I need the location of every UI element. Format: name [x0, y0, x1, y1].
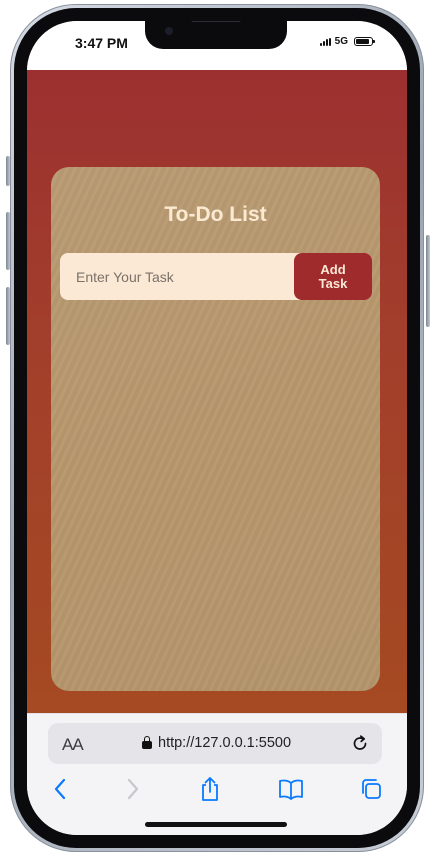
lock-icon — [142, 736, 152, 750]
add-task-button[interactable]: Add Task — [294, 253, 372, 300]
share-button[interactable] — [190, 770, 230, 808]
reload-icon[interactable] — [350, 733, 370, 753]
network-type-label: 5G — [334, 36, 348, 47]
mute-switch — [6, 156, 10, 186]
browser-nav-row — [27, 770, 407, 808]
volume-down-button — [6, 287, 10, 345]
status-bar: 3:47 PM 5G — [27, 21, 407, 70]
status-indicators: 5G — [319, 36, 375, 47]
forward-button[interactable] — [113, 770, 153, 808]
bookmarks-icon — [279, 779, 303, 800]
url-text: http://127.0.0.1:5500 — [158, 735, 292, 751]
address-bar[interactable]: AA http://127.0.0.1:5500 — [48, 723, 382, 764]
text-size-button[interactable]: AA — [62, 735, 84, 755]
camera-notch — [145, 21, 287, 49]
bookmarks-button[interactable] — [271, 770, 311, 808]
home-indicator[interactable] — [145, 822, 287, 827]
speaker-icon — [191, 21, 241, 22]
volume-up-button — [6, 212, 10, 270]
phone-screen: 3:47 PM 5G To-Do List Enter Your Task Ad… — [27, 21, 407, 835]
forward-chevron-icon — [127, 778, 139, 800]
text-size-label: AA — [62, 735, 84, 754]
status-time: 3:47 PM — [75, 35, 128, 51]
back-chevron-icon — [54, 778, 66, 800]
tabs-button[interactable] — [351, 770, 391, 808]
todo-title: To-Do List — [164, 203, 267, 226]
url-display[interactable]: http://127.0.0.1:5500 — [142, 735, 291, 751]
task-form: Add Task — [60, 253, 372, 300]
share-icon — [202, 777, 218, 801]
browser-toolbar: AA http://127.0.0.1:5500 — [27, 713, 407, 835]
power-button — [426, 235, 430, 327]
phone-device: 3:47 PM 5G To-Do List Enter Your Task Ad… — [0, 0, 436, 856]
camera-icon — [165, 27, 173, 35]
tabs-icon — [362, 779, 381, 799]
web-page: To-Do List Add Task — [27, 70, 407, 713]
todo-card: To-Do List Add Task — [51, 167, 380, 691]
task-input[interactable] — [60, 253, 310, 300]
battery-icon — [354, 37, 375, 46]
signal-bars-icon — [319, 37, 331, 46]
back-button[interactable] — [40, 770, 80, 808]
